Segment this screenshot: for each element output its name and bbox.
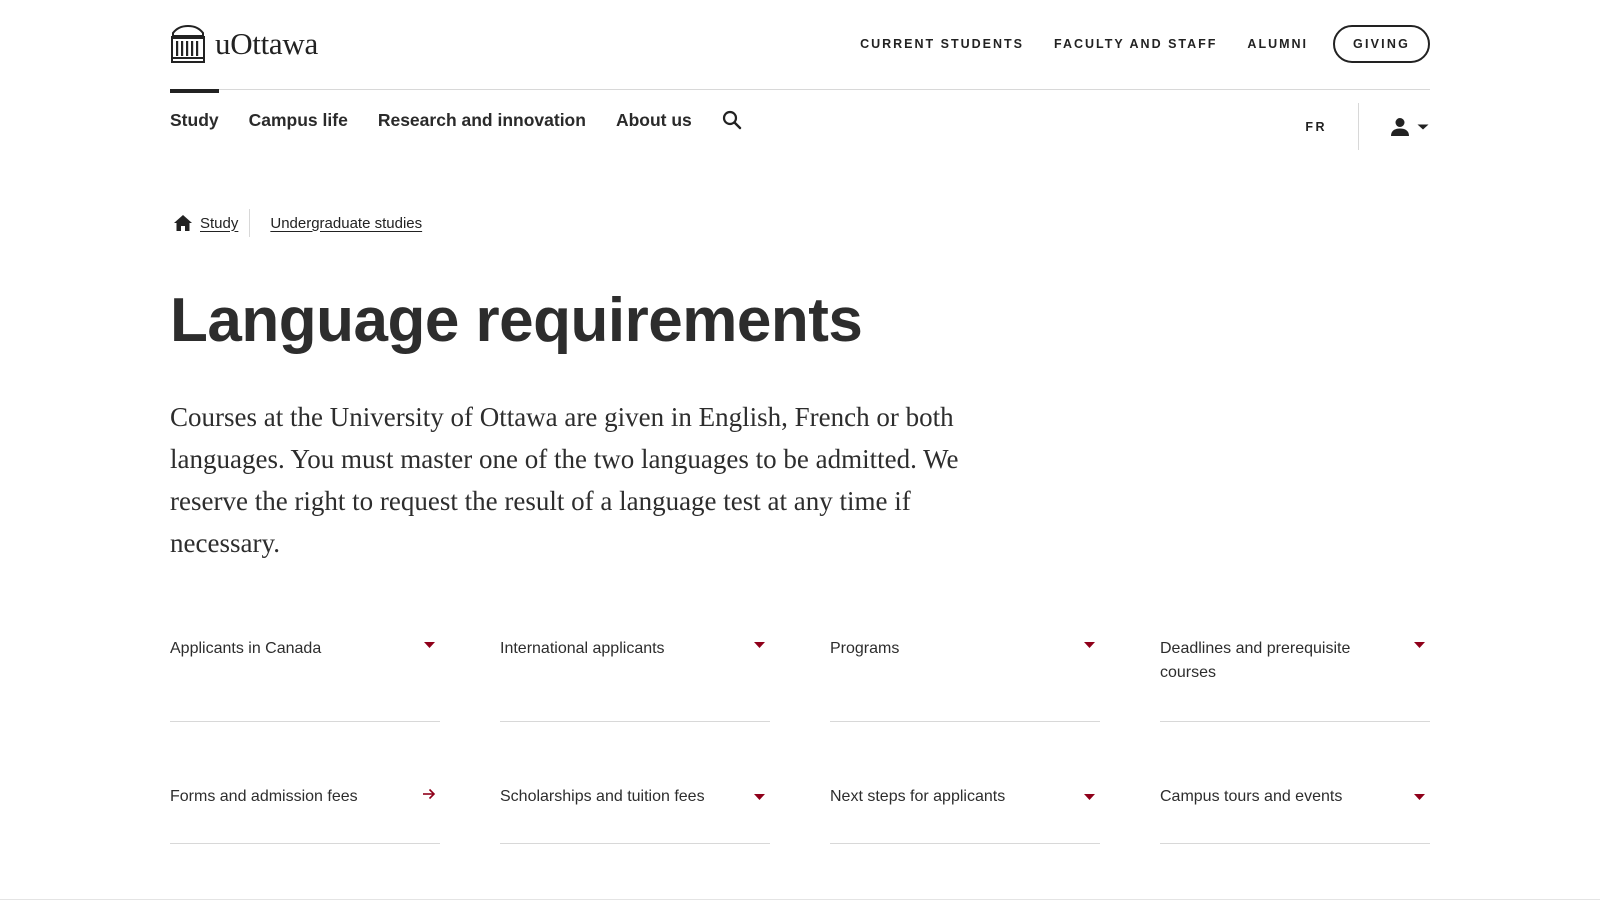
card-label: International applicants — [500, 640, 665, 657]
caret-down-icon — [754, 794, 765, 800]
card-applicants-in-canada[interactable]: Applicants in Canada — [170, 632, 440, 722]
card-scholarships-and-tuition-fees[interactable]: Scholarships and tuition fees — [500, 752, 770, 844]
nav-item-campus-life[interactable]: Campus life — [249, 91, 348, 151]
nav-item-about-us[interactable]: About us — [616, 91, 692, 151]
card-label: Next steps for applicants — [830, 788, 1006, 805]
intro-paragraph: Courses at the University of Ottawa are … — [170, 402, 959, 558]
alumni-link[interactable]: ALUMNI — [1247, 37, 1308, 51]
nav-item-study[interactable]: Study — [170, 89, 219, 151]
language-toggle-fr[interactable]: FR — [1305, 120, 1327, 134]
search-icon[interactable] — [722, 109, 744, 131]
section-links-grid: Applicants in Canada International appli… — [170, 632, 1430, 844]
breadcrumb: Study Undergraduate studies — [170, 209, 1430, 237]
user-icon — [1391, 117, 1409, 136]
breadcrumb-item-study[interactable]: Study — [170, 213, 238, 233]
logo-wordmark: uOttawa — [215, 26, 318, 61]
card-next-steps-for-applicants[interactable]: Next steps for applicants — [830, 752, 1100, 844]
caret-down-icon — [1414, 642, 1425, 648]
arrow-right-icon — [423, 788, 436, 800]
nav-divider — [1358, 103, 1359, 150]
caret-down-icon — [754, 642, 765, 648]
card-deadlines-and-prerequisite-courses[interactable]: Deadlines and prerequisite courses — [1160, 632, 1430, 722]
main-nav-items: Study Campus life Research and innovatio… — [170, 89, 744, 151]
utility-nav: CURRENT STUDENTS FACULTY AND STAFF ALUMN… — [830, 25, 1430, 63]
card-international-applicants[interactable]: International applicants — [500, 632, 770, 722]
page-title: Language requirements — [170, 286, 863, 355]
card-label: Programs — [830, 640, 900, 657]
giving-button[interactable]: GIVING — [1333, 25, 1430, 63]
caret-down-icon — [424, 642, 435, 648]
caret-down-icon — [1084, 794, 1095, 800]
card-label: Applicants in Canada — [170, 640, 322, 657]
site-logo[interactable]: uOttawa — [170, 24, 318, 64]
caret-down-icon — [1414, 794, 1425, 800]
card-label: Deadlines and prerequisite courses — [1160, 640, 1351, 681]
user-menu-button[interactable] — [1389, 116, 1430, 138]
home-icon — [174, 215, 192, 231]
top-utility-bar: uOttawa CURRENT STUDENTS FACULTY AND STA… — [170, 0, 1430, 90]
nav-right-tools: FR — [1305, 103, 1430, 150]
breadcrumb-link-undergraduate-studies[interactable]: Undergraduate studies — [270, 215, 422, 232]
main-nav: Study Campus life Research and innovatio… — [170, 89, 1430, 151]
card-label: Campus tours and events — [1160, 788, 1343, 805]
card-forms-and-admission-fees[interactable]: Forms and admission fees — [170, 752, 440, 844]
university-building-icon — [171, 24, 205, 63]
breadcrumb-link-study[interactable]: Study — [200, 215, 238, 232]
card-programs[interactable]: Programs — [830, 632, 1100, 722]
current-students-link[interactable]: CURRENT STUDENTS — [860, 37, 1024, 51]
card-label: Scholarships and tuition fees — [500, 788, 705, 805]
chevron-down-icon — [1417, 124, 1429, 129]
card-campus-tours-and-events[interactable]: Campus tours and events — [1160, 752, 1430, 844]
breadcrumb-item-undergraduate[interactable]: Undergraduate studies — [270, 215, 422, 232]
caret-down-icon — [1084, 642, 1095, 648]
breadcrumb-separator — [249, 209, 251, 237]
faculty-and-staff-link[interactable]: FACULTY AND STAFF — [1054, 37, 1217, 51]
card-label: Forms and admission fees — [170, 788, 358, 805]
nav-item-research-and-innovation[interactable]: Research and innovation — [378, 91, 586, 151]
